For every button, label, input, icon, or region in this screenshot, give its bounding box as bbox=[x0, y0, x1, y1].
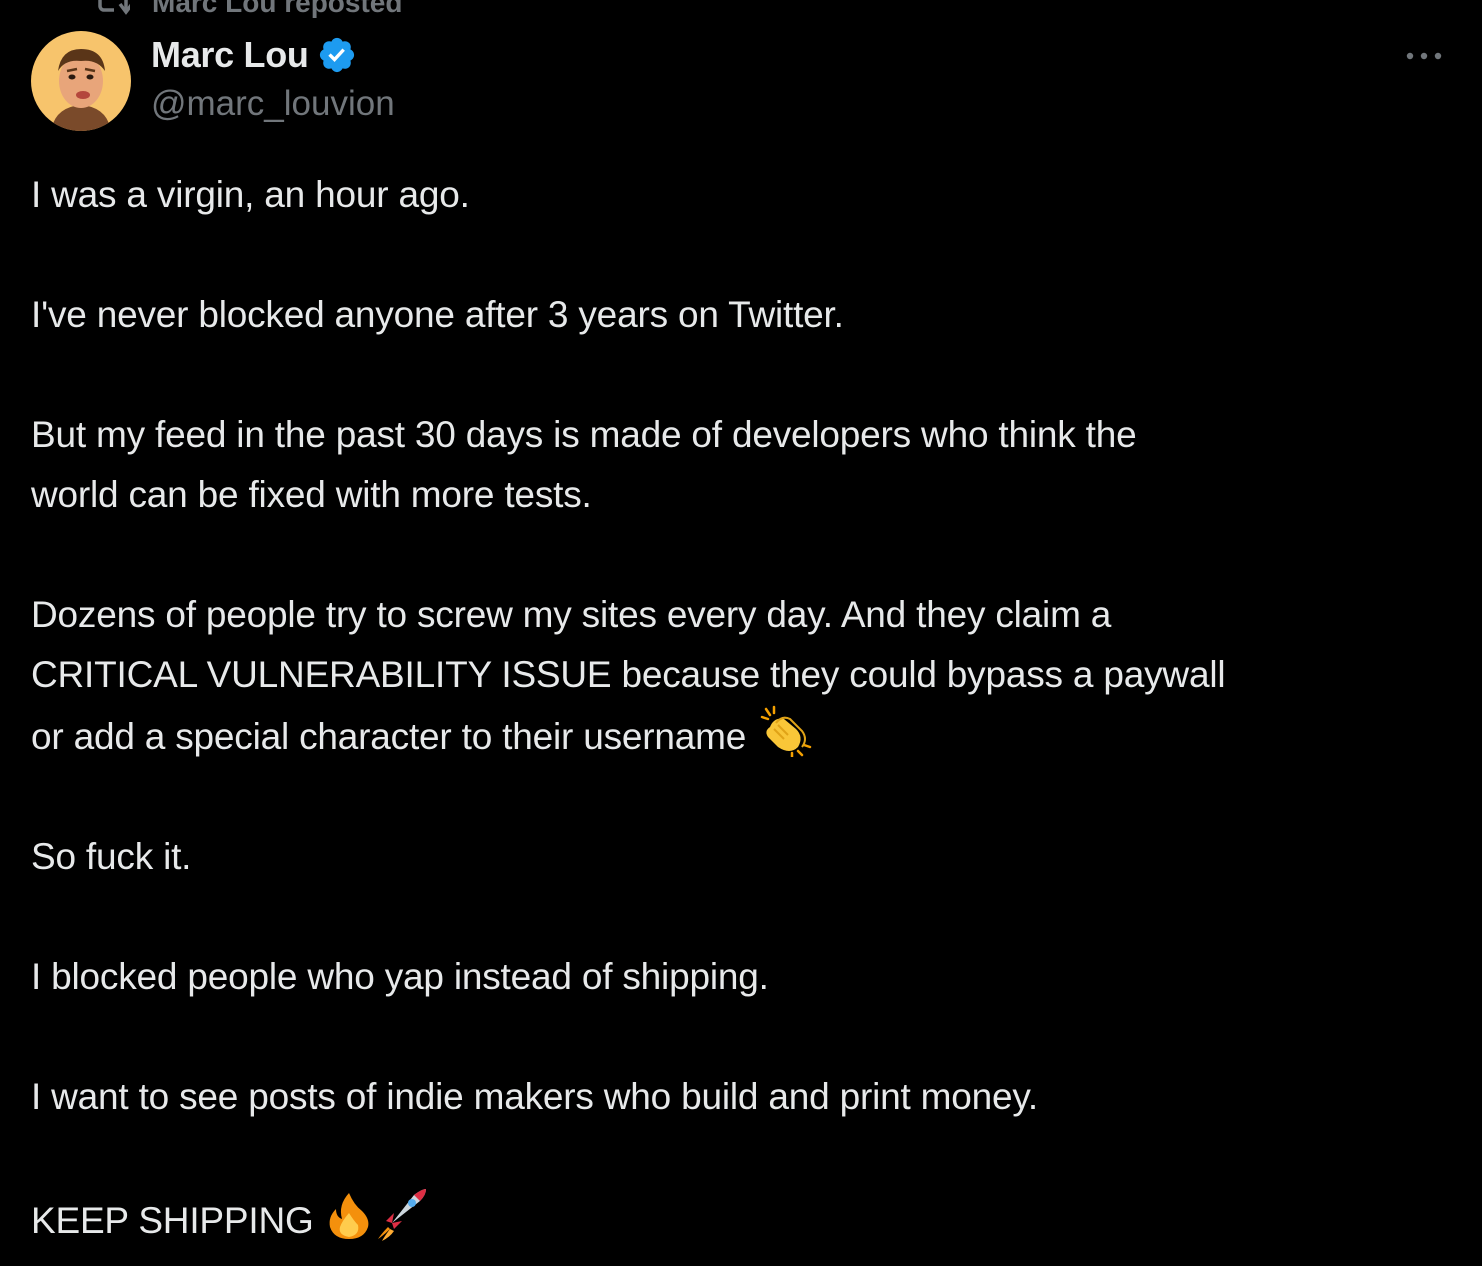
tweet-paragraph: But my feed in the past 30 days is made … bbox=[31, 405, 1451, 525]
tweet-line: CRITICAL VULNERABILITY ISSUE because the… bbox=[31, 654, 1226, 695]
avatar[interactable] bbox=[31, 31, 131, 131]
repost-label[interactable]: Marc Lou reposted bbox=[152, 0, 402, 19]
tweet-line: I blocked people who yap instead of ship… bbox=[31, 956, 769, 997]
repost-header: Marc Lou reposted bbox=[96, 0, 402, 18]
tweet-line: Dozens of people try to screw my sites e… bbox=[31, 594, 1112, 635]
tweet-paragraph: KEEP SHIPPING bbox=[31, 1187, 1451, 1251]
tweet-line: I want to see posts of indie makers who … bbox=[31, 1076, 1039, 1117]
rocket-emoji bbox=[374, 1187, 428, 1241]
clapping-hands-emoji bbox=[756, 705, 812, 757]
repost-icon bbox=[96, 0, 130, 16]
tweet-paragraph: I've never blocked anyone after 3 years … bbox=[31, 285, 1451, 345]
tweet-line: KEEP SHIPPING bbox=[31, 1200, 314, 1241]
author-handle[interactable]: @marc_louvion bbox=[151, 84, 395, 124]
tweet-line: I was a virgin, an hour ago. bbox=[31, 174, 470, 215]
tweet-line: world can be fixed with more tests. bbox=[31, 474, 592, 515]
tweet-paragraph: Dozens of people try to screw my sites e… bbox=[31, 585, 1451, 767]
tweet-line: But my feed in the past 30 days is made … bbox=[31, 414, 1137, 455]
tweet-paragraph: I was a virgin, an hour ago. bbox=[31, 165, 1451, 225]
tweet-line: So fuck it. bbox=[31, 836, 192, 877]
tweet-text: I was a virgin, an hour ago. I've never … bbox=[31, 165, 1451, 1251]
tweet-paragraph: So fuck it. bbox=[31, 827, 1451, 887]
author-display-name[interactable]: Marc Lou bbox=[151, 34, 309, 76]
more-options-icon[interactable] bbox=[1402, 42, 1446, 70]
tweet-paragraph: I want to see posts of indie makers who … bbox=[31, 1067, 1451, 1127]
fire-emoji bbox=[324, 1191, 374, 1241]
tweet-paragraph: I blocked people who yap instead of ship… bbox=[31, 947, 1451, 1007]
tweet-line: I've never blocked anyone after 3 years … bbox=[31, 294, 844, 335]
tweet-line: or add a special character to their user… bbox=[31, 716, 747, 757]
author-name-row[interactable]: Marc Lou bbox=[151, 34, 357, 76]
verified-badge-icon[interactable] bbox=[317, 35, 357, 75]
